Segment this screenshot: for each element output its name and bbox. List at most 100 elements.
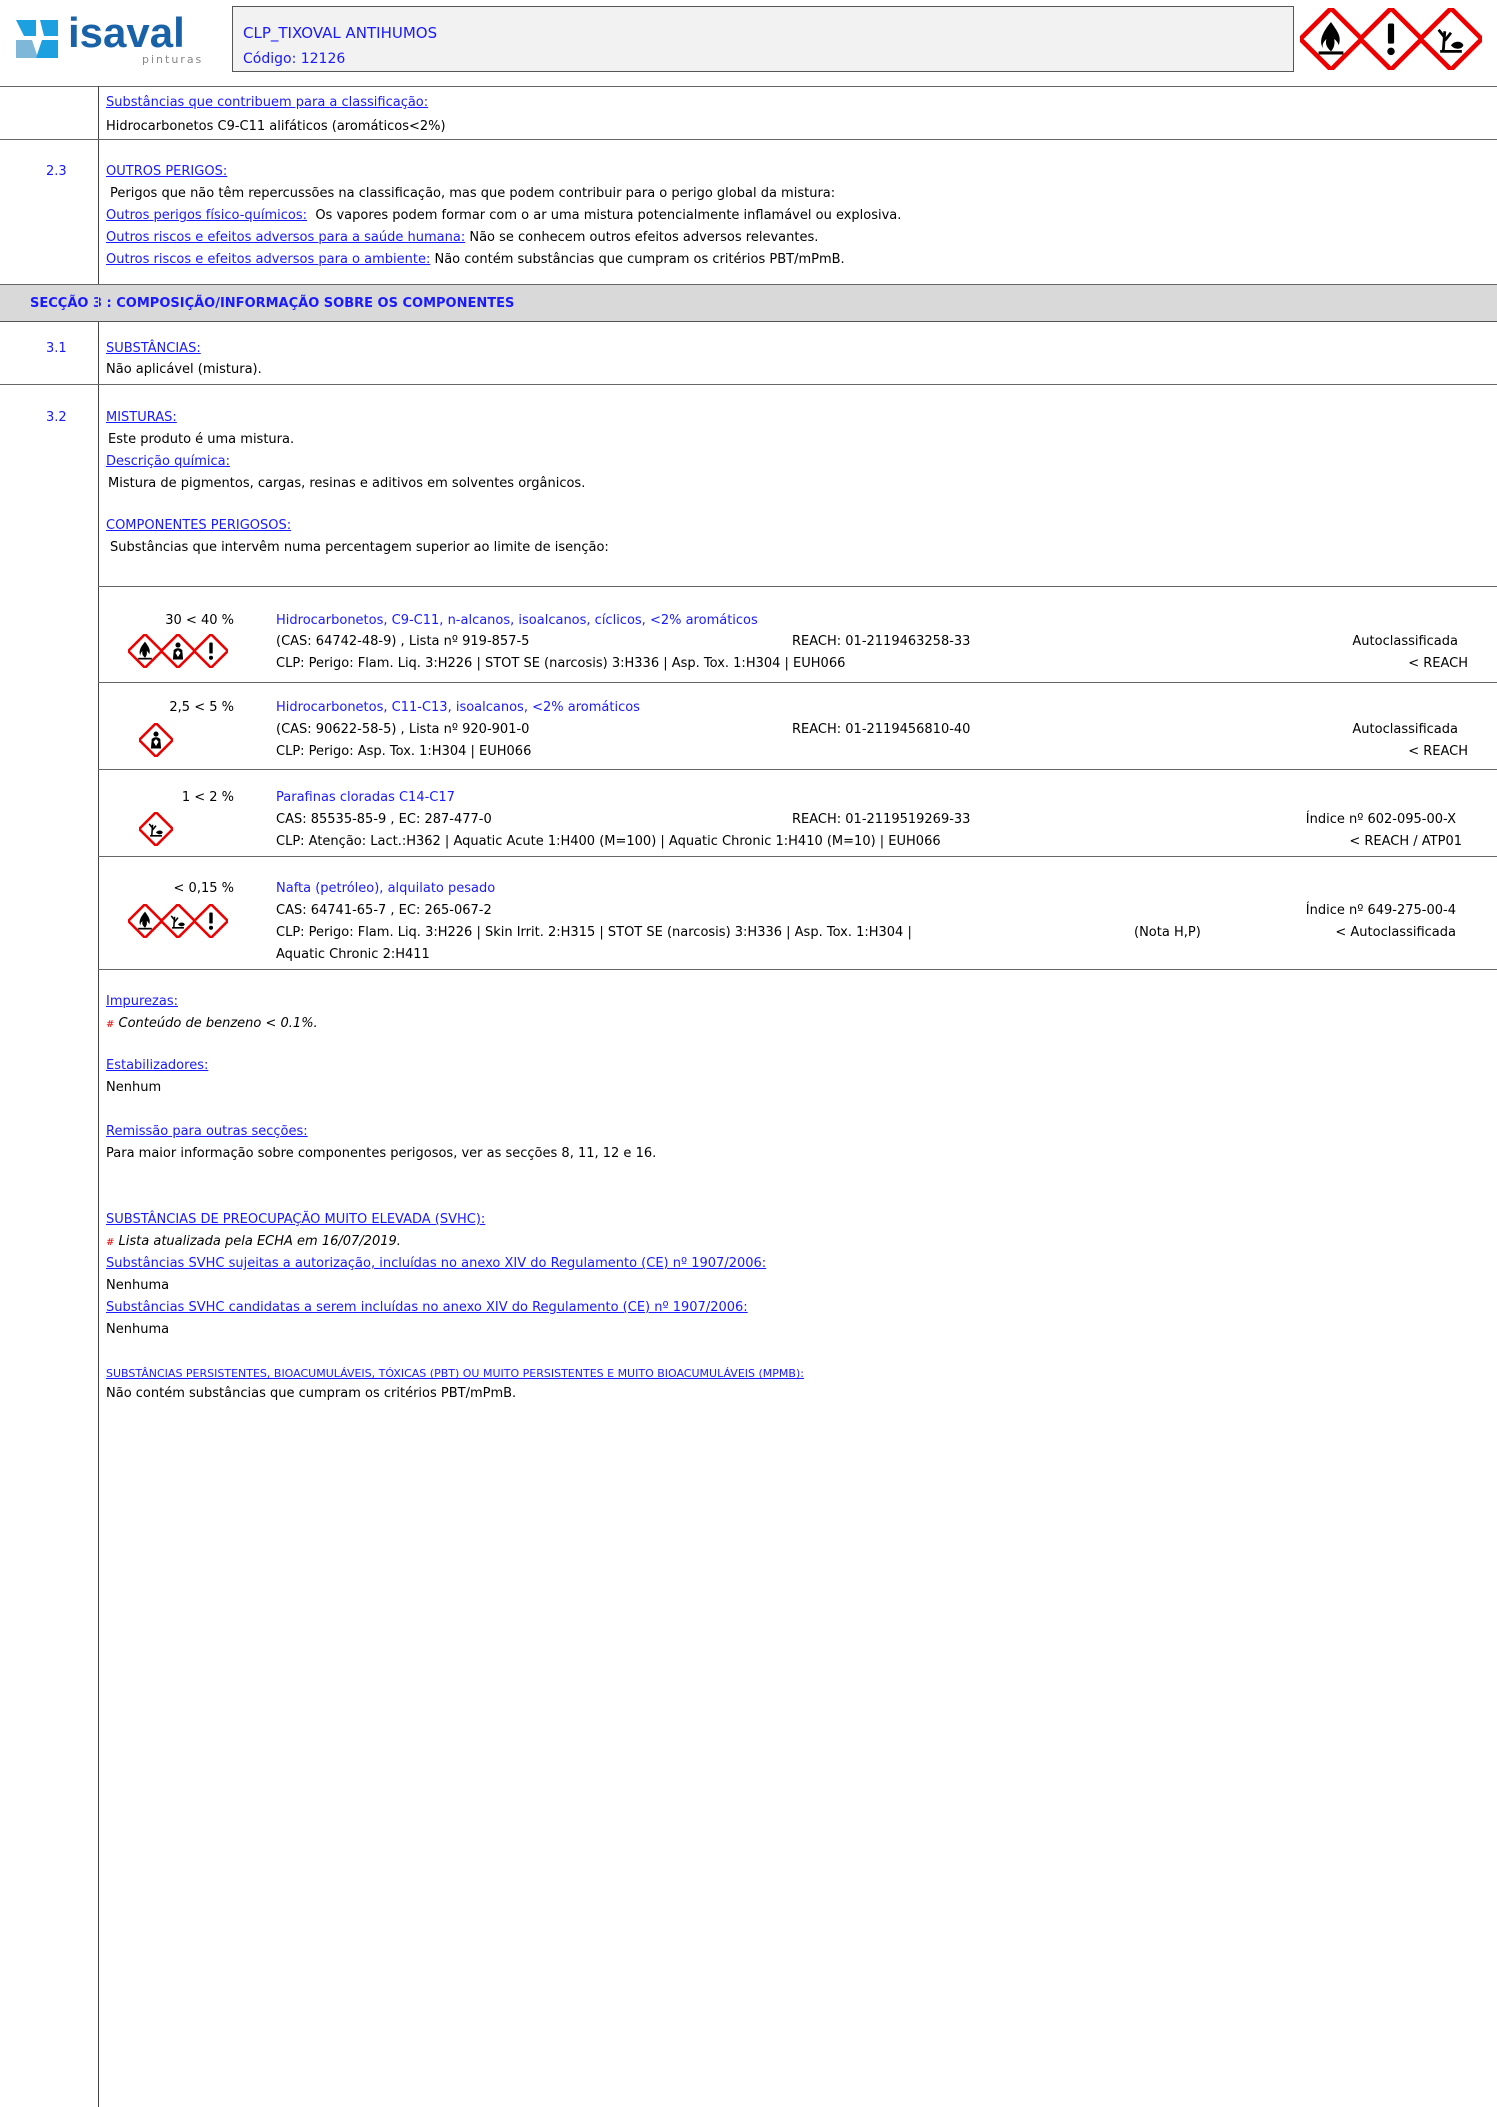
flame-icon	[1300, 8, 1362, 70]
remissao-text: Para maior informação sobre componentes …	[106, 1146, 657, 1161]
exclamation-icon	[194, 634, 228, 668]
section-number: 3.1	[46, 341, 67, 356]
health-hazard-icon	[139, 723, 173, 757]
amb-text: Não contém substâncias que cumpram os cr…	[434, 252, 845, 267]
product-box: CLP_TIXOVAL ANTIHUMOS Código: 12126	[232, 6, 1294, 72]
health-hazard-icon	[161, 634, 195, 668]
substancias-text: Não aplicável (mistura).	[106, 362, 262, 377]
left-column-border	[98, 86, 99, 2107]
svhc-list-text: Lista atualizada pela ECHA em 16/07/2019…	[118, 1234, 401, 1249]
component-name: Parafinas cloradas C14-C17	[276, 790, 455, 805]
fq-text: Os vapores podem formar com o ar uma mis…	[315, 208, 902, 223]
svhc-list-line: # Lista atualizada pela ECHA em 16/07/20…	[106, 1234, 401, 1251]
fq-label: Outros perigos físico-químicos:	[106, 208, 308, 223]
estabilizadores-title: Estabilizadores:	[106, 1058, 209, 1073]
environment-icon	[139, 812, 173, 846]
saude-text: Não se conhecem outros efeitos adversos …	[469, 230, 819, 245]
component-source: < REACH	[1408, 656, 1468, 671]
component-ids: CAS: 64741-65-7 , EC: 265-067-2	[276, 903, 492, 918]
descricao-title: Descrição química:	[106, 454, 230, 469]
impurezas-text: Conteúdo de benzeno < 0.1%.	[118, 1016, 318, 1031]
componentes-title: COMPONENTES PERIGOSOS:	[106, 518, 292, 533]
misturas-text: Este produto é uma mistura.	[108, 432, 295, 447]
section3-title: SECÇÃO 3 : COMPOSIÇÃO/INFORMAÇÃO SOBRE O…	[30, 296, 515, 311]
component-name: Hidrocarbonetos, C9-C11, n-alcanos, isoa…	[276, 613, 758, 628]
component-ids: (CAS: 64742-48-9) , Lista nº 919-857-5	[276, 634, 530, 649]
svhc-autorizacao-title: Substâncias SVHC sujeitas a autorização,…	[106, 1256, 767, 1271]
component-class: Autoclassificada	[1352, 634, 1458, 649]
svhc-autorizacao-text: Nenhuma	[106, 1278, 170, 1293]
component-ids: (CAS: 90622-58-5) , Lista nº 920-901-0	[276, 722, 530, 737]
saude-line: Outros riscos e efeitos adversos para a …	[106, 230, 818, 246]
componentes-intro: Substâncias que intervêm numa percentage…	[110, 540, 609, 555]
svhc-candidatas-text: Nenhuma	[106, 1322, 170, 1337]
exclamation-icon	[194, 904, 228, 938]
component-reach: REACH: 01-2119463258-33	[792, 634, 971, 649]
svhc-candidatas-title: Substâncias SVHC candidatas a serem incl…	[106, 1300, 748, 1315]
components-top-border	[98, 586, 1497, 587]
logo-text: isaval	[68, 9, 185, 56]
divider	[0, 139, 1497, 140]
contrib-text: Hidrocarbonetos C9-C11 alifáticos (aromá…	[106, 119, 446, 134]
pbt-text: Não contém substâncias que cumpram os cr…	[106, 1386, 517, 1401]
section3-header-cover	[98, 285, 99, 321]
logo-mark-icon	[16, 20, 58, 58]
header: isaval pinturas CLP_TIXOVAL ANTIHUMOS Có…	[0, 0, 1497, 74]
flame-icon	[128, 904, 162, 938]
impurezas-line: # Conteúdo de benzeno < 0.1%.	[106, 1016, 318, 1033]
component-clp: CLP: Perigo: Flam. Liq. 3:H226 | Skin Ir…	[276, 925, 912, 940]
amb-line: Outros riscos e efeitos adversos para o …	[106, 252, 845, 268]
remissao-title: Remissão para outras secções:	[106, 1124, 308, 1139]
component-clp-cont: Aquatic Chronic 2:H411	[276, 947, 430, 962]
section-number: 2.3	[46, 164, 67, 179]
header-hazard-icons	[1300, 8, 1490, 68]
logo-subtext: pinturas	[142, 53, 204, 66]
product-name: CLP_TIXOVAL ANTIHUMOS	[243, 24, 438, 42]
component-source: < REACH	[1408, 744, 1468, 759]
descricao-text: Mistura de pigmentos, cargas, resinas e …	[108, 476, 586, 491]
divider	[0, 384, 1497, 385]
component-reach: REACH: 01-2119519269-33	[792, 812, 971, 827]
component-source: < REACH / ATP01	[1349, 834, 1462, 849]
component-class: Índice nº 602-095-00-X	[1305, 812, 1456, 827]
estabilizadores-text: Nenhum	[106, 1080, 162, 1095]
component-percent: 30 < 40 %	[165, 613, 234, 628]
amb-label: Outros riscos e efeitos adversos para o …	[106, 252, 431, 267]
exclamation-icon	[1360, 8, 1422, 70]
substancias-title: SUBSTÂNCIAS:	[106, 341, 201, 356]
contrib-title: Substâncias que contribuem para a classi…	[106, 95, 429, 110]
divider	[0, 86, 1497, 87]
component-source: < Autoclassificada	[1335, 925, 1456, 940]
outros-perigos-intro: Perigos que não têm repercussões na clas…	[110, 186, 836, 201]
component-class: Índice nº 649-275-00-4	[1305, 903, 1456, 918]
fq-line: Outros perigos físico-químicos: Os vapor…	[106, 208, 901, 224]
pbt-title: SUBSTÂNCIAS PERSISTENTES, BIOACUMULÁVEIS…	[106, 1367, 804, 1380]
hash-marker: #	[106, 1237, 115, 1248]
component-clp: CLP: Perigo: Flam. Liq. 3:H226 | STOT SE…	[276, 656, 846, 671]
hash-marker: #	[106, 1019, 115, 1030]
svhc-title: SUBSTÂNCIAS DE PREOCUPAÇÃO MUITO ELEVADA…	[106, 1212, 486, 1227]
component-divider	[98, 769, 1497, 770]
component-divider	[98, 969, 1497, 970]
component-class: Autoclassificada	[1352, 722, 1458, 737]
product-code: Código: 12126	[243, 51, 346, 67]
flame-icon	[128, 634, 162, 668]
environment-icon	[161, 904, 195, 938]
logo: isaval pinturas	[14, 9, 224, 69]
component-name: Nafta (petróleo), alquilato pesado	[276, 881, 496, 896]
misturas-title: MISTURAS:	[106, 410, 177, 425]
component-percent: 2,5 < 5 %	[169, 700, 234, 715]
saude-label: Outros riscos e efeitos adversos para a …	[106, 230, 466, 245]
component-name: Hidrocarbonetos, C11-C13, isoalcanos, <2…	[276, 700, 640, 715]
component-divider	[98, 856, 1497, 857]
outros-perigos-title: OUTROS PERIGOS:	[106, 164, 228, 179]
component-clp: CLP: Perigo: Asp. Tox. 1:H304 | EUH066	[276, 744, 532, 759]
component-clp: CLP: Atenção: Lact.:H362 | Aquatic Acute…	[276, 834, 941, 849]
environment-icon	[1420, 8, 1482, 70]
impurezas-title: Impurezas:	[106, 994, 178, 1009]
section-number: 3.2	[46, 410, 67, 425]
component-ids: CAS: 85535-85-9 , EC: 287-477-0	[276, 812, 492, 827]
component-percent: < 0,15 %	[173, 881, 234, 896]
component-reach: REACH: 01-2119456810-40	[792, 722, 971, 737]
component-divider	[98, 682, 1497, 683]
